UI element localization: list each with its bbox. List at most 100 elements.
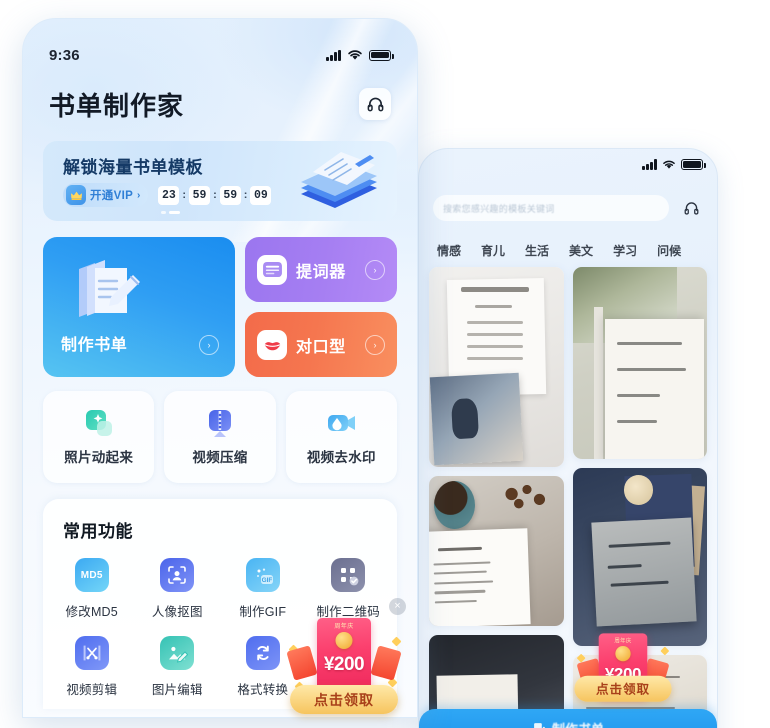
open-vip-button[interactable]: 开通VIP › (63, 183, 149, 207)
countdown-timer: 23 : 59 : 59 : 09 (158, 185, 272, 205)
template-card[interactable] (429, 267, 564, 467)
tool-card-remove-watermark[interactable]: 视频去水印 (285, 391, 397, 483)
template-thumbnail (429, 476, 564, 626)
claim-button-label: 点击领取 (596, 681, 650, 696)
template-card[interactable] (429, 476, 564, 626)
page-title: 书单制作家 (49, 90, 185, 121)
claim-button[interactable]: 点击领取 (290, 685, 398, 714)
chevron-right-icon: › (137, 189, 141, 201)
countdown-seconds: 59 (219, 185, 241, 205)
battery-icon (681, 159, 706, 170)
countdown-separator: : (243, 189, 248, 201)
promo-redpacket[interactable]: × 周年庆 ¥200 点击领取 (286, 598, 406, 720)
action-card-teleprompter[interactable]: 提词器 › (245, 237, 397, 302)
bottom-make-booklist-button[interactable]: 制作书单 (419, 709, 717, 728)
close-icon[interactable]: × (389, 598, 406, 615)
md5-icon-text: MD5 (80, 569, 103, 581)
search-placeholder: 搜索您感兴趣的模板关键词 (443, 203, 555, 214)
function-item-label: 人像抠图 (151, 605, 203, 619)
function-item-md5[interactable]: MD5 修改MD5 (49, 558, 135, 620)
tab-4[interactable]: 学习 (613, 242, 637, 259)
format-convert-icon (245, 636, 280, 670)
function-item-portrait-cutout[interactable]: 人像抠图 (135, 558, 221, 620)
cellular-signal-icon (326, 49, 341, 61)
photo-animate-icon (84, 408, 114, 438)
claim-button[interactable]: 点击领取 (574, 675, 672, 702)
image-edit-icon (160, 636, 195, 670)
phone-mockup-back: 搜索您感兴趣的模板关键词 情感 育儿 生活 美文 学习 问候 (418, 148, 718, 728)
gif-icon: GIF (245, 558, 280, 592)
coin-icon (335, 632, 353, 649)
action-card-label: 提词器 (296, 263, 346, 281)
section-title: 常用功能 (63, 522, 133, 541)
tool-card-video-compress[interactable]: 视频压缩 (164, 391, 276, 483)
function-item-video-edit[interactable]: 视频剪辑 (49, 636, 135, 698)
template-thumbnail (572, 267, 707, 459)
open-vip-label: 开通VIP (90, 190, 134, 202)
status-time: 9:36 (49, 46, 80, 64)
countdown-centis: 09 (250, 185, 272, 205)
action-card-make-booklist[interactable]: 制作书单 › (43, 237, 235, 377)
chevron-right-icon: › (365, 259, 385, 280)
function-item-image-edit[interactable]: 图片编辑 (135, 636, 221, 698)
chevron-right-icon: › (365, 334, 385, 355)
tool-card-label: 照片动起来 (64, 450, 134, 465)
promo-tag: 周年庆 (614, 638, 632, 645)
vip-row: 开通VIP › 23 : 59 : 59 : 09 (63, 183, 272, 207)
video-watermark-remove-icon (326, 408, 356, 438)
template-card[interactable] (572, 467, 707, 646)
redpacket-envelope: 周年庆 ¥200 (317, 618, 371, 690)
vip-headline: 解锁海量书单模板 (63, 158, 203, 177)
battery-icon (369, 49, 394, 61)
function-item-qrcode[interactable]: 制作二维码 (306, 558, 392, 620)
action-card-side-column: 提词器 › 对口型 › (245, 237, 397, 377)
tool-card-photo-animate[interactable]: 照片动起来 (43, 391, 155, 483)
status-icons (326, 49, 394, 61)
chevron-right-icon: › (199, 335, 219, 355)
bottom-button-label: 制作书单 (552, 719, 604, 728)
md5-icon: MD5 (74, 558, 109, 592)
function-item-label: 格式转换 (237, 683, 289, 697)
cellular-signal-icon (642, 159, 657, 170)
template-thumbnail (572, 467, 707, 646)
tab-2[interactable]: 生活 (525, 242, 549, 259)
template-card[interactable] (572, 267, 707, 459)
function-item-label: 修改MD5 (65, 605, 118, 619)
book-stack-icon (301, 152, 377, 208)
action-card-lipsync[interactable]: 对口型 › (245, 312, 397, 377)
action-card-label: 制作书单 (61, 337, 128, 354)
function-item-label: 视频剪辑 (66, 683, 118, 697)
redpacket-side (286, 645, 318, 681)
carousel-dots[interactable] (161, 211, 180, 214)
promo-redpacket-secondary[interactable]: 周年庆 ¥200 点击领取 (574, 628, 672, 707)
function-item-label: 图片编辑 (151, 683, 203, 697)
category-tabs[interactable]: 情感 育儿 生活 美文 学习 问候 (419, 237, 717, 263)
tab-1[interactable]: 育儿 (481, 242, 505, 259)
action-card-label: 对口型 (296, 338, 346, 356)
search-input[interactable]: 搜索您感兴趣的模板关键词 (433, 195, 669, 221)
vip-banner[interactable]: 解锁海量书单模板 开通VIP › 23 : 59 : 59: 09 (43, 141, 397, 221)
status-bar-back (642, 159, 706, 170)
teleprompter-icon (257, 254, 287, 285)
countdown-separator: : (213, 189, 217, 201)
function-item-label: 制作GIF (239, 605, 287, 619)
action-cards: 制作书单 › 提词器 › 对口型 › (43, 237, 397, 377)
screenshot-stage: 搜索您感兴趣的模板关键词 情感 育儿 生活 美文 学习 问候 9:36 书单制作… (0, 0, 770, 728)
function-item-gif[interactable]: GIF 制作GIF (220, 558, 306, 620)
tab-3[interactable]: 美文 (569, 242, 593, 259)
video-compress-icon (205, 408, 235, 438)
tab-5[interactable]: 问候 (657, 242, 681, 259)
tool-cards: 照片动起来 视频压缩 视频去水印 (43, 391, 397, 483)
lips-icon (257, 329, 287, 360)
tool-card-label: 视频压缩 (192, 450, 248, 465)
headset-icon[interactable] (679, 196, 703, 220)
search-row-back: 搜索您感兴趣的模板关键词 (419, 193, 717, 223)
dot-active (169, 211, 180, 214)
countdown-hours: 23 (158, 185, 180, 205)
redpacket-side (370, 645, 402, 681)
tab-0[interactable]: 情感 (437, 242, 461, 259)
status-bar-front: 9:36 (23, 45, 417, 65)
coin-icon (615, 646, 631, 662)
headset-icon[interactable] (359, 88, 391, 120)
svg-text:GIF: GIF (261, 577, 272, 584)
